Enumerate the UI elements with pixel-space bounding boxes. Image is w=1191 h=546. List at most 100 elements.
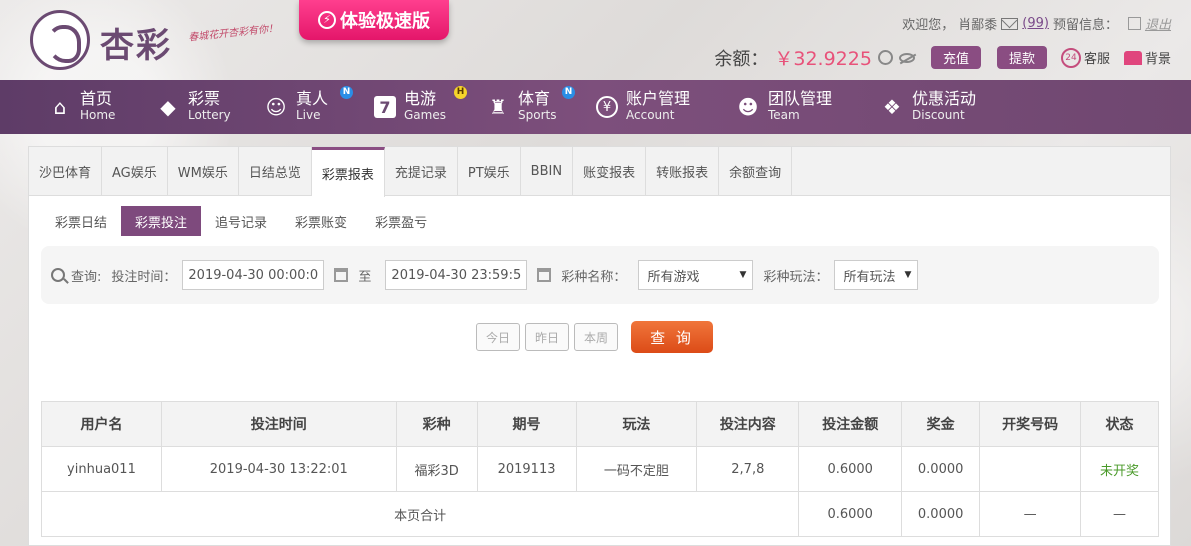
nav-sublabel: Team	[768, 108, 800, 122]
cell-bonus: 0.0000	[901, 446, 981, 492]
column-header: 开奖号码	[979, 401, 1082, 447]
column-header: 投注金额	[798, 401, 903, 447]
hide-balance-icon[interactable]	[898, 52, 915, 63]
nav-sublabel: Discount	[912, 108, 965, 122]
nav-item-account[interactable]: ¥ 账户管理 Account	[596, 80, 690, 134]
site-logo[interactable]: 杏彩 春城花开杏彩有你！	[30, 10, 290, 70]
nav-item-discount[interactable]: ❖ 优惠活动 Discount	[880, 80, 976, 134]
chevron-down-icon: ▼	[739, 270, 747, 280]
nav-badge: N	[562, 86, 575, 99]
nav-label: 团队管理	[768, 89, 833, 108]
column-header: 玩法	[575, 401, 698, 447]
background-link[interactable]: 背景	[1123, 48, 1171, 67]
nav-label: 电游	[404, 89, 437, 108]
tab-lottery-report[interactable]: 彩票报表	[311, 147, 385, 197]
sub-tabs: 彩票日结 彩票投注 追号记录 彩票账变 彩票盈亏	[41, 206, 441, 236]
calendar-icon[interactable]	[537, 268, 552, 282]
refresh-icon[interactable]	[877, 50, 893, 65]
cell-bet-amount: 0.6000	[798, 446, 903, 492]
nav-sublabel: Home	[80, 108, 116, 122]
cell-status: 未开奖	[1080, 446, 1159, 492]
table-header-row: 用户名 投注时间 彩种 期号 玩法 投注内容 投注金额 奖金 开奖号码 状态	[41, 401, 1159, 447]
column-header: 期号	[476, 401, 577, 447]
nav-item-lottery[interactable]: ◆ 彩票 Lottery	[156, 80, 231, 134]
query-buttons: 今日 昨日 本周 查 询	[476, 321, 713, 353]
start-time-input[interactable]	[182, 260, 325, 290]
today-button[interactable]: 今日	[476, 323, 520, 351]
nav-item-sports[interactable]: ♜ 体育 Sports N	[486, 80, 575, 134]
subtab-chase[interactable]: 追号记录	[201, 206, 281, 236]
nav-label: 彩票	[188, 89, 221, 108]
nav-sublabel: Account	[626, 108, 675, 122]
home-icon: ⌂	[53, 95, 67, 119]
query-submit-button[interactable]: 查 询	[631, 321, 713, 353]
tab-ag[interactable]: AG娱乐	[102, 147, 168, 196]
message-count-link[interactable]: (99)	[1022, 16, 1049, 31]
speed-version-button[interactable]: ⚡ 体验极速版	[299, 0, 449, 40]
mail-icon[interactable]	[1001, 17, 1019, 30]
report-tabs: 沙巴体育 AG娱乐 WM娱乐 日结总览 彩票报表 充提记录 PT娱乐 BBIN …	[29, 147, 1170, 197]
yesterday-button[interactable]: 昨日	[525, 323, 569, 351]
tab-balance-query[interactable]: 余额查询	[719, 147, 793, 196]
nav-item-team[interactable]: ☻ 团队管理 Team	[736, 80, 832, 134]
tab-account-change[interactable]: 账变报表	[573, 147, 647, 196]
tab-pt[interactable]: PT娱乐	[458, 147, 521, 196]
username: 肖鄙黍	[958, 18, 998, 33]
nav-label: 真人	[296, 89, 329, 108]
lottery-name-label: 彩种名称：	[561, 269, 627, 285]
subtab-daily[interactable]: 彩票日结	[41, 206, 121, 236]
slot-seven-icon: 7	[374, 96, 396, 118]
tab-transfer-report[interactable]: 转账报表	[646, 147, 720, 196]
table-row: yinhua011 2019-04-30 13:22:01 福彩3D 20191…	[41, 446, 1159, 492]
gift-icon: ❖	[883, 95, 901, 119]
shirt-icon	[1123, 50, 1142, 65]
query-bar: 查询: 投注时间： 至 彩种名称： 所有游戏 ▼ 彩种玩法： 所有玩法 ▼	[41, 246, 1159, 304]
end-time-input[interactable]	[385, 260, 528, 290]
nav-item-live[interactable]: ☺ 真人 Live N	[264, 80, 353, 134]
nav-sublabel: Lottery	[188, 108, 231, 122]
lottery-select-value: 所有游戏	[647, 269, 700, 285]
play-type-select[interactable]: 所有玩法 ▼	[834, 260, 919, 290]
customer-service-link[interactable]: 24 客服	[1060, 47, 1110, 68]
play-type-label: 彩种玩法：	[763, 269, 829, 285]
logout-link[interactable]: 退出	[1145, 14, 1171, 33]
nav-label: 首页	[80, 89, 113, 108]
dealer-icon: ☺	[265, 95, 287, 119]
subtab-bets[interactable]: 彩票投注	[121, 206, 202, 236]
subtab-profit-loss[interactable]: 彩票盈亏	[361, 206, 441, 236]
speed-version-label: 体验极速版	[340, 11, 430, 32]
ticket-icon: ◆	[160, 95, 176, 119]
tab-wm[interactable]: WM娱乐	[168, 147, 239, 196]
tab-bbin[interactable]: BBIN	[521, 147, 574, 196]
calendar-icon[interactable]	[334, 268, 349, 282]
withdraw-button[interactable]: 提款	[996, 46, 1047, 69]
column-header: 投注内容	[696, 401, 800, 447]
support-24-icon: 24	[1060, 47, 1081, 68]
bet-time-label: 投注时间：	[111, 269, 177, 285]
column-header: 彩种	[395, 401, 478, 447]
cell-lottery: 福彩3D	[395, 446, 478, 492]
balance-line: 余额： ￥32.9225 充值 提款 24 客服 背景	[714, 44, 1171, 71]
balance-value: ￥32.9225	[774, 48, 872, 70]
speed-icon: ⚡	[318, 11, 336, 29]
customer-service-label: 客服	[1083, 52, 1110, 67]
logo-slogan: 春城花开杏彩有你！	[187, 23, 279, 44]
subtab-account-change[interactable]: 彩票账变	[281, 206, 361, 236]
nav-item-games[interactable]: 7 电游 Games H	[374, 80, 467, 134]
tab-saba-sports[interactable]: 沙巴体育	[29, 147, 103, 196]
deposit-button[interactable]: 充值	[930, 46, 981, 69]
background-label: 背景	[1144, 52, 1171, 67]
tab-deposit-withdraw[interactable]: 充提记录	[385, 147, 458, 196]
cell-play-type: 一码不定胆	[575, 446, 698, 492]
tab-daily-overview[interactable]: 日结总览	[239, 147, 312, 196]
total-status: —	[1080, 491, 1159, 537]
welcome-text: 欢迎您，	[902, 18, 955, 33]
lottery-select[interactable]: 所有游戏 ▼	[638, 260, 754, 290]
nav-sublabel: Live	[296, 108, 321, 122]
nav-badge: H	[454, 86, 467, 99]
nav-item-home[interactable]: ⌂ 首页 Home	[48, 80, 116, 134]
this-week-button[interactable]: 本周	[574, 323, 618, 351]
team-icon: ☻	[737, 95, 759, 119]
total-amount: 0.6000	[798, 491, 903, 537]
edit-icon[interactable]	[1127, 17, 1141, 30]
